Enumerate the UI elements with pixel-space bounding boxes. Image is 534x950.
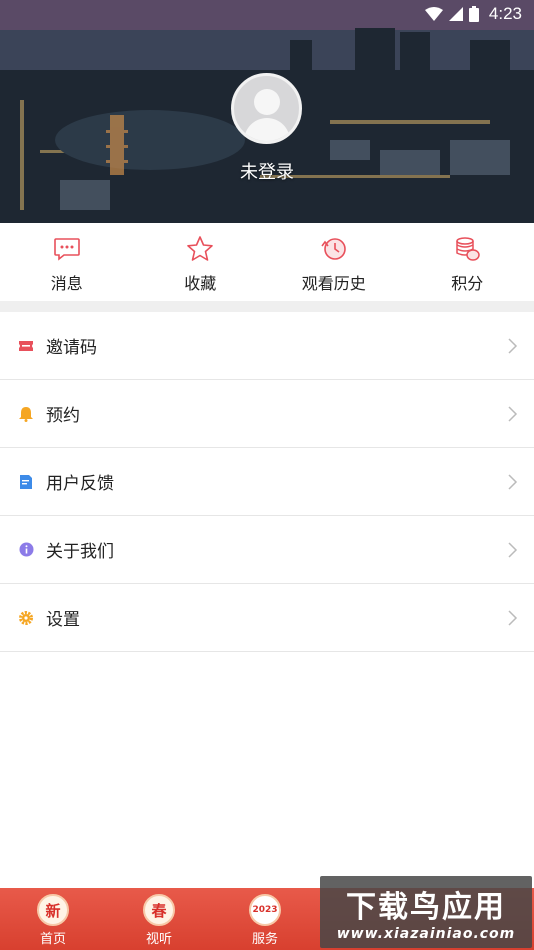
profile-header: 4:23 未登录 — [0, 0, 534, 223]
quick-actions-row: 消息 收藏 观看历史 积分 — [0, 223, 534, 301]
status-bar: 4:23 — [0, 0, 534, 28]
menu-item-label: 关于我们 — [46, 542, 114, 562]
tab-label: 服务 — [251, 932, 278, 947]
signal-icon — [448, 7, 463, 21]
menu-item-reservation[interactable]: 预约 — [0, 380, 534, 448]
ticket-icon — [18, 338, 34, 354]
quick-action-favorites[interactable]: 收藏 — [134, 223, 268, 301]
menu-item-label: 邀请码 — [46, 338, 97, 358]
menu-item-label: 预约 — [46, 406, 80, 426]
chevron-right-icon — [508, 406, 518, 422]
watermark: 下载鸟应用 www.xiazainiao.com — [320, 876, 532, 948]
coins-icon — [456, 237, 480, 261]
rabbit-2023-icon: 2023 — [249, 894, 281, 926]
menu-item-label: 设置 — [46, 610, 80, 630]
watermark-title: 下载鸟应用 — [346, 890, 506, 925]
menu-item-about-us[interactable]: 关于我们 — [0, 516, 534, 584]
chevron-right-icon — [508, 610, 518, 626]
quick-action-label: 观看历史 — [301, 274, 366, 293]
gear-icon — [18, 610, 34, 626]
section-divider — [0, 301, 534, 312]
info-icon — [18, 542, 34, 558]
tab-audio-video[interactable]: 春 视听 — [106, 888, 212, 950]
message-icon — [53, 238, 80, 261]
tab-label: 视听 — [145, 932, 172, 947]
tab-audio-video-icon: 春 — [143, 894, 175, 926]
tab-services[interactable]: 2023 服务 — [212, 888, 318, 950]
chevron-right-icon — [508, 474, 518, 490]
quick-action-label: 消息 — [50, 274, 83, 293]
menu-item-feedback[interactable]: 用户反馈 — [0, 448, 534, 516]
status-time: 4:23 — [488, 4, 522, 23]
menu-item-settings[interactable]: 设置 — [0, 584, 534, 652]
menu-item-invite-code[interactable]: 邀请码 — [0, 312, 534, 380]
quick-action-messages[interactable]: 消息 — [0, 223, 134, 301]
tab-home[interactable]: 新 首页 — [0, 888, 106, 950]
avatar[interactable] — [231, 73, 302, 144]
quick-action-points[interactable]: 积分 — [401, 223, 534, 301]
history-icon — [321, 238, 346, 260]
quick-action-label: 收藏 — [184, 274, 217, 293]
wifi-icon — [424, 7, 443, 21]
quick-action-label: 积分 — [451, 274, 484, 293]
chevron-right-icon — [508, 542, 518, 558]
menu-list: 邀请码 预约 用户反馈 关于我们 设置 — [0, 312, 534, 652]
bell-icon — [18, 406, 34, 422]
watermark-url: www.xiazainiao.com — [336, 926, 516, 942]
tab-label: 首页 — [39, 932, 66, 947]
login-status-text[interactable]: 未登录 — [0, 158, 534, 184]
feedback-icon — [18, 474, 34, 490]
battery-icon — [468, 6, 479, 22]
star-icon — [187, 236, 214, 261]
chevron-right-icon — [508, 338, 518, 354]
quick-action-history[interactable]: 观看历史 — [267, 223, 401, 301]
menu-item-label: 用户反馈 — [46, 474, 114, 494]
tab-home-icon: 新 — [37, 894, 69, 926]
